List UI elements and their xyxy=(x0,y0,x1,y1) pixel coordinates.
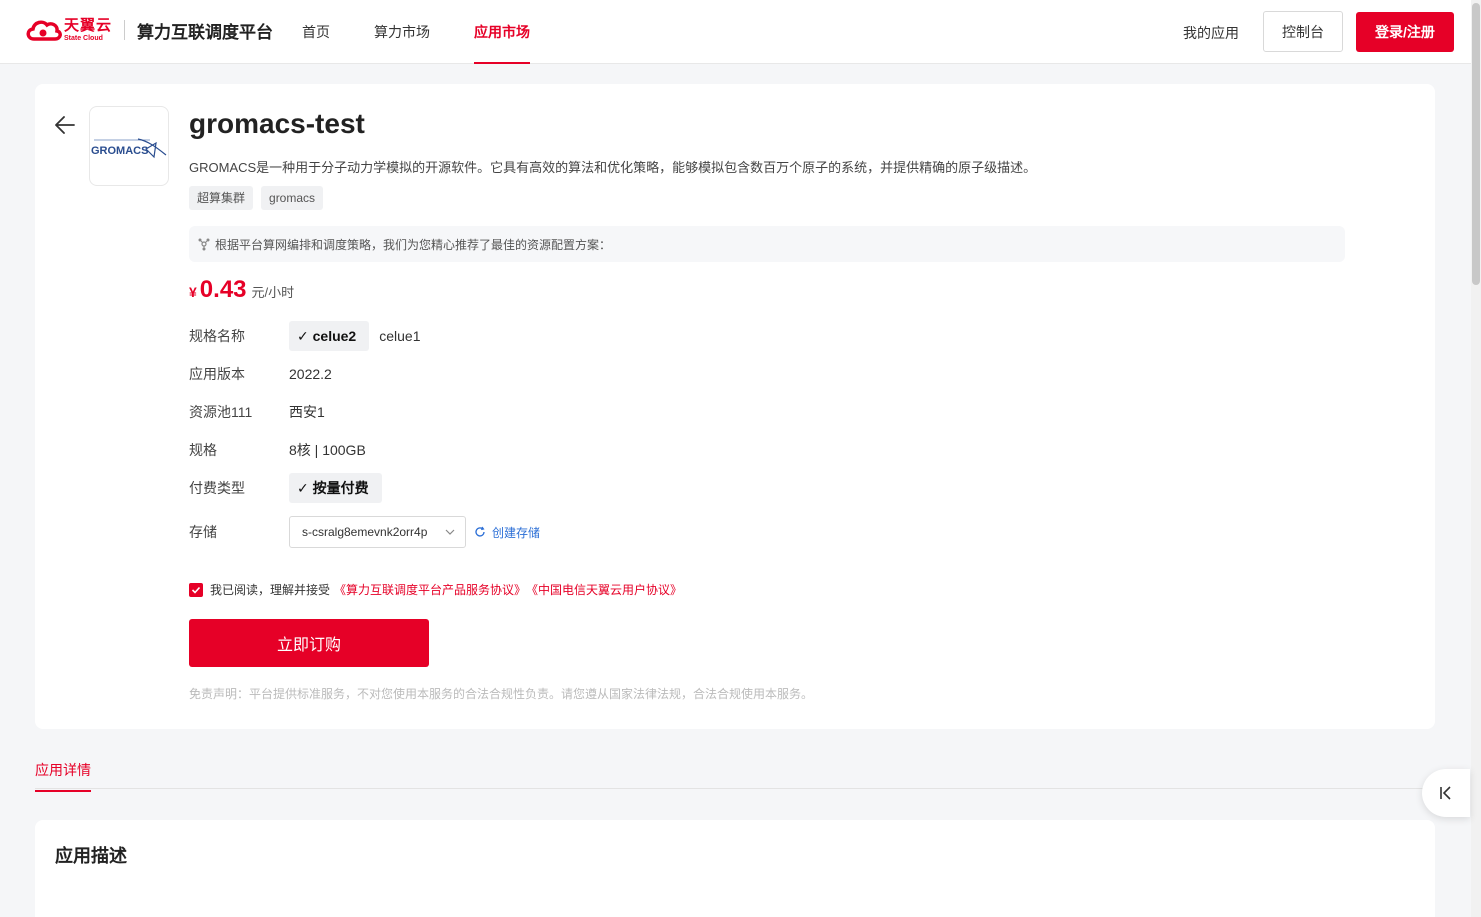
price-value: 0.43 xyxy=(199,276,247,303)
gromacs-logo-icon: GROMACS xyxy=(91,138,167,159)
spec-name-label: 规格名称 xyxy=(189,328,245,344)
scrollbar-thumb[interactable] xyxy=(1472,3,1480,285)
pay-type-row: 付费类型 ✓ 按量付费 xyxy=(189,473,384,503)
logo[interactable]: 天翼云 State Cloud 算力互联调度平台 xyxy=(24,17,273,43)
spec-size-label: 规格 xyxy=(189,442,217,458)
agreement-row: 我已阅读，理解并接受 《算力互联调度平台产品服务协议》 《中国电信天翼云用户协议… xyxy=(189,581,682,598)
storage-select[interactable]: s-csralg8emevnk2orr4p xyxy=(289,516,466,548)
user-agreement-link[interactable]: 《中国电信天翼云用户协议》 xyxy=(526,581,682,598)
tab-app-detail[interactable]: 应用详情 xyxy=(35,760,91,792)
version-value: 2022.2 xyxy=(289,366,332,382)
app-tags: 超算集群 gromacs xyxy=(189,186,331,210)
version-row: 应用版本 2022.2 xyxy=(189,359,332,389)
logo-en: State Cloud xyxy=(64,35,103,42)
storage-label: 存储 xyxy=(189,524,217,540)
spec-option-celue2-label: celue2 xyxy=(312,328,357,344)
storage-row: 存储 s-csralg8emevnk2orr4p 创建存储 xyxy=(189,516,540,548)
check-icon xyxy=(191,586,201,594)
service-agreement-link[interactable]: 《算力互联调度平台产品服务协议》 xyxy=(334,581,526,598)
cloud-logo-icon xyxy=(26,20,62,41)
tip-text: 根据平台算网编排和调度策略，我们为您精心推荐了最佳的资源配置方案： xyxy=(215,237,612,252)
pay-option-on-demand[interactable]: ✓ 按量付费 xyxy=(289,473,382,503)
collapse-panel-button[interactable] xyxy=(1422,769,1470,817)
gromacs-logo-text: GROMACS xyxy=(91,145,148,157)
logo-text: 天翼云 State Cloud xyxy=(64,18,112,42)
currency-symbol: ¥ xyxy=(189,284,197,300)
spec-option-celue1[interactable]: celue1 xyxy=(371,321,428,351)
logo-cn: 天翼云 xyxy=(64,17,113,34)
platform-name: 算力互联调度平台 xyxy=(137,22,274,42)
section-title: 应用描述 xyxy=(55,846,127,866)
resource-pool-label: 资源池111 xyxy=(189,404,253,420)
console-button[interactable]: 控制台 xyxy=(1263,11,1343,52)
tag-gromacs: gromacs xyxy=(261,186,324,210)
agreement-checkbox[interactable] xyxy=(189,582,203,597)
tab-divider xyxy=(35,788,1435,789)
resource-pool-row: 资源池111 西安1 xyxy=(189,397,325,427)
version-label: 应用版本 xyxy=(189,366,245,382)
order-now-button[interactable]: 立即订购 xyxy=(189,619,429,667)
pay-option-label: 按量付费 xyxy=(312,480,369,496)
resource-pool-value: 西安1 xyxy=(289,404,325,420)
spec-option-celue2[interactable]: ✓ celue2 xyxy=(289,321,370,351)
network-icon xyxy=(198,238,210,251)
app-description: GROMACS是一种用于分子动力学模拟的开源软件。它具有高效的算法和优化策略，能… xyxy=(189,160,1037,175)
collapse-left-icon xyxy=(1440,786,1451,800)
spec-name-row: 规格名称 ✓ celue2 celue1 xyxy=(189,321,428,351)
create-storage-label: 创建存储 xyxy=(492,525,541,540)
price-unit: 元/小时 xyxy=(251,285,295,300)
tag-hpc-cluster: 超算集群 xyxy=(189,186,254,210)
pay-type-label: 付费类型 xyxy=(189,480,245,496)
refresh-icon xyxy=(475,526,485,537)
spec-size-value: 8核 | 100GB xyxy=(289,442,366,458)
my-apps-link[interactable]: 我的应用 xyxy=(1183,23,1239,43)
login-register-button[interactable]: 登录/注册 xyxy=(1356,12,1454,52)
main-nav: 首页 算力市场 应用市场 xyxy=(302,0,574,64)
disclaimer: 免责声明：平台提供标准服务，不对您使用本服务的合法合规性负责。请您遵从国家法律法… xyxy=(189,687,814,701)
logo-divider xyxy=(124,20,126,40)
app-title: gromacs-test xyxy=(189,108,365,139)
price: ¥ 0.43 元/小时 xyxy=(189,276,294,304)
back-arrow-icon[interactable] xyxy=(54,114,76,136)
nav-app-market[interactable]: 应用市场 xyxy=(474,0,530,64)
storage-select-value: s-csralg8emevnk2orr4p xyxy=(302,525,428,539)
agreement-text: 我已阅读，理解并接受 xyxy=(210,583,331,597)
app-description-section xyxy=(35,820,1435,917)
chevron-down-icon xyxy=(445,527,455,537)
top-header: 天翼云 State Cloud 算力互联调度平台 首页 算力市场 应用市场 我的… xyxy=(0,0,1481,64)
app-logo: GROMACS xyxy=(89,106,169,186)
recommendation-tip: 根据平台算网编排和调度策略，我们为您精心推荐了最佳的资源配置方案： xyxy=(189,226,1345,262)
nav-compute-market[interactable]: 算力市场 xyxy=(374,0,430,64)
spec-size-row: 规格 8核 | 100GB xyxy=(189,435,366,465)
create-storage-link[interactable]: 创建存储 xyxy=(474,524,540,541)
nav-home[interactable]: 首页 xyxy=(302,0,330,64)
